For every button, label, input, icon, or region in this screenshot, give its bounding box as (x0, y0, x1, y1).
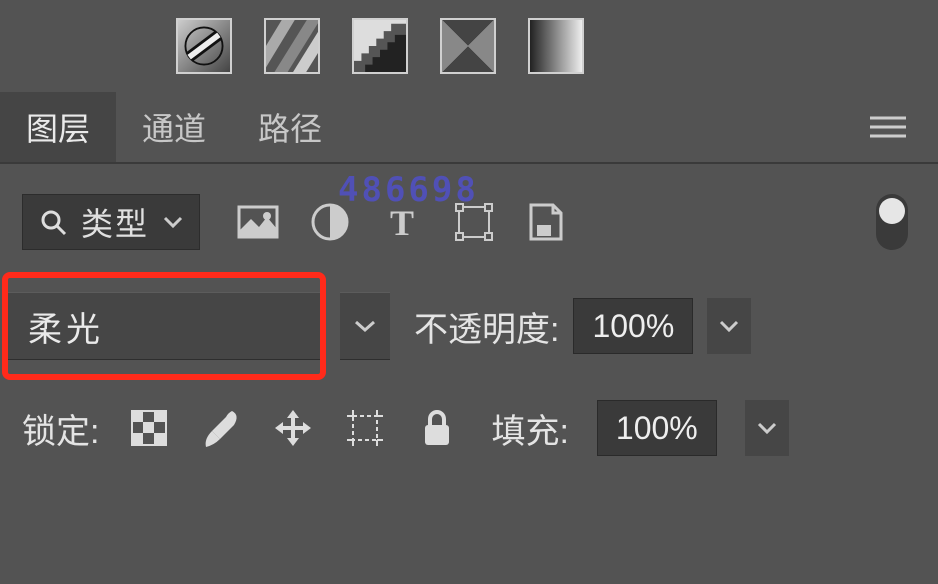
fill-label: 填充: (491, 404, 568, 453)
chevron-down-icon (163, 215, 183, 229)
panel-tabs: 图层 通道 路径 (0, 92, 938, 164)
panel-menu-button[interactable] (838, 115, 938, 139)
jagged-thumb[interactable] (352, 18, 408, 74)
lock-row: 锁定: 填充: 100% (0, 386, 938, 456)
gradient-thumb[interactable] (528, 18, 584, 74)
brush-icon[interactable] (199, 406, 243, 450)
search-icon (39, 208, 67, 236)
filter-image-icon[interactable] (236, 200, 280, 244)
opacity-value[interactable]: 100% (573, 298, 693, 354)
move-icon[interactable] (271, 406, 315, 450)
preset-thumbnails-row (0, 0, 938, 92)
fill-value[interactable]: 100% (597, 400, 717, 456)
tab-paths[interactable]: 路径 (232, 92, 348, 162)
watermark-text: 486698 (338, 170, 479, 210)
blend-mode-highlight: 柔光 (2, 272, 326, 380)
blend-mode-value: 柔光 (28, 302, 104, 351)
filter-type-label: 类型 (81, 199, 149, 245)
blend-mode-row: 柔光 不透明度: 100% (0, 264, 938, 386)
tab-channels[interactable]: 通道 (116, 92, 232, 162)
triangle-thumb[interactable] (440, 18, 496, 74)
blend-mode-chevron[interactable] (340, 292, 390, 360)
tab-layers[interactable]: 图层 (0, 92, 116, 162)
stripes-thumb[interactable] (264, 18, 320, 74)
filter-smartobject-icon[interactable] (524, 200, 568, 244)
fill-chevron[interactable] (745, 400, 789, 456)
lock-icon[interactable] (415, 406, 459, 450)
artboard-icon[interactable] (343, 406, 387, 450)
filter-toggle[interactable] (876, 194, 908, 250)
gradient-map-thumb[interactable] (176, 18, 232, 74)
opacity-label: 不透明度: (414, 302, 559, 351)
lock-label: 锁定: (22, 404, 99, 453)
blend-mode-dropdown[interactable]: 柔光 (8, 292, 320, 360)
opacity-chevron[interactable] (707, 298, 751, 354)
lock-transparency-icon[interactable] (127, 406, 171, 450)
layer-filter-row: 486698 类型 T (0, 164, 938, 264)
filter-type-dropdown[interactable]: 类型 (22, 194, 200, 250)
